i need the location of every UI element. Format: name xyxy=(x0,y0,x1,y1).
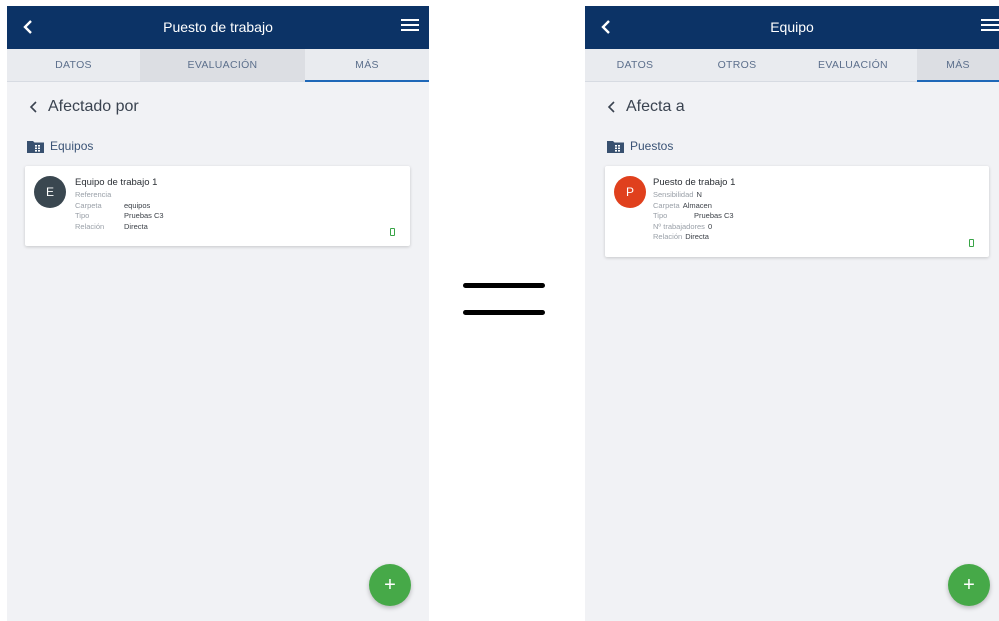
card-field: Sensibilidad N xyxy=(653,190,702,199)
avatar: E xyxy=(34,176,66,208)
equals-sign-top xyxy=(463,283,545,288)
folder-icon xyxy=(27,140,44,153)
status-indicator-icon xyxy=(390,228,395,236)
card-field: Carpeta Almacen xyxy=(653,200,712,210)
chevron-left-icon xyxy=(29,101,37,113)
app-bar-title: Equipo xyxy=(770,19,814,35)
avatar: P xyxy=(614,176,646,208)
card-title: Equipo de trabajo 1 xyxy=(75,177,158,188)
tab-datos[interactable]: DATOS xyxy=(7,49,140,81)
card-field: Relación Directa xyxy=(653,232,709,241)
add-button[interactable]: + xyxy=(369,564,411,606)
folder-label: Puestos xyxy=(630,139,674,153)
tab-evaluacion[interactable]: EVALUACIÓN xyxy=(140,49,305,81)
left-screen: Puesto de trabajo DATOS EVALUACIÓN MÁS A… xyxy=(7,6,429,621)
section-back-link[interactable]: Afectado por xyxy=(29,98,139,116)
equals-sign-bottom xyxy=(463,310,545,315)
tab-mas[interactable]: MÁS xyxy=(917,49,999,82)
app-bar-title: Puesto de trabajo xyxy=(163,19,273,35)
list-item-card[interactable]: E Equipo de trabajo 1 Referencia Carpeta… xyxy=(25,166,410,246)
app-bar: Puesto de trabajo xyxy=(7,6,429,49)
folder-header: Puestos xyxy=(607,139,673,153)
card-field: Tipo Pruebas C3 xyxy=(75,211,164,220)
app-bar: Equipo xyxy=(585,6,999,49)
card-field: Referencia xyxy=(75,190,112,199)
card-content: Puesto de trabajo 1 Sensibilidad N Carpet… xyxy=(653,177,979,243)
tab-bar: DATOS EVALUACIÓN MÁS xyxy=(7,49,429,82)
folder-header: Equipos xyxy=(27,139,93,153)
add-button[interactable]: + xyxy=(948,564,990,606)
list-item-card[interactable]: P Puesto de trabajo 1 Sensibilidad N Carp… xyxy=(605,166,989,257)
menu-button[interactable] xyxy=(401,18,421,36)
card-title: Puesto de trabajo 1 xyxy=(653,177,736,188)
tab-mas[interactable]: MÁS xyxy=(305,49,429,82)
chevron-left-icon xyxy=(607,101,615,113)
section-title: Afecta a xyxy=(626,98,685,115)
folder-label: Equipos xyxy=(50,139,94,153)
menu-button[interactable] xyxy=(981,18,999,36)
section-back-link[interactable]: Afecta a xyxy=(607,98,685,116)
right-screen: Equipo DATOS OTROS EVALUACIÓN MÁS Afecta… xyxy=(585,6,999,621)
tab-bar: DATOS OTROS EVALUACIÓN MÁS xyxy=(585,49,999,82)
tab-evaluacion[interactable]: EVALUACIÓN xyxy=(789,49,917,81)
status-indicator-icon xyxy=(969,239,974,247)
card-field: Relación Directa xyxy=(75,221,148,231)
card-field: Tipo Pruebas C3 xyxy=(653,211,734,220)
card-field: Carpeta equipos xyxy=(75,200,151,210)
tab-otros[interactable]: OTROS xyxy=(685,49,789,81)
hamburger-menu-icon xyxy=(401,19,419,31)
card-field: Nº trabajadores 0 xyxy=(653,221,713,231)
section-title: Afectado por xyxy=(48,98,139,115)
hamburger-menu-icon xyxy=(981,19,999,31)
card-content: Equipo de trabajo 1 Referencia Carpeta eq… xyxy=(75,177,400,232)
folder-icon xyxy=(607,140,624,153)
tab-datos[interactable]: DATOS xyxy=(585,49,685,81)
